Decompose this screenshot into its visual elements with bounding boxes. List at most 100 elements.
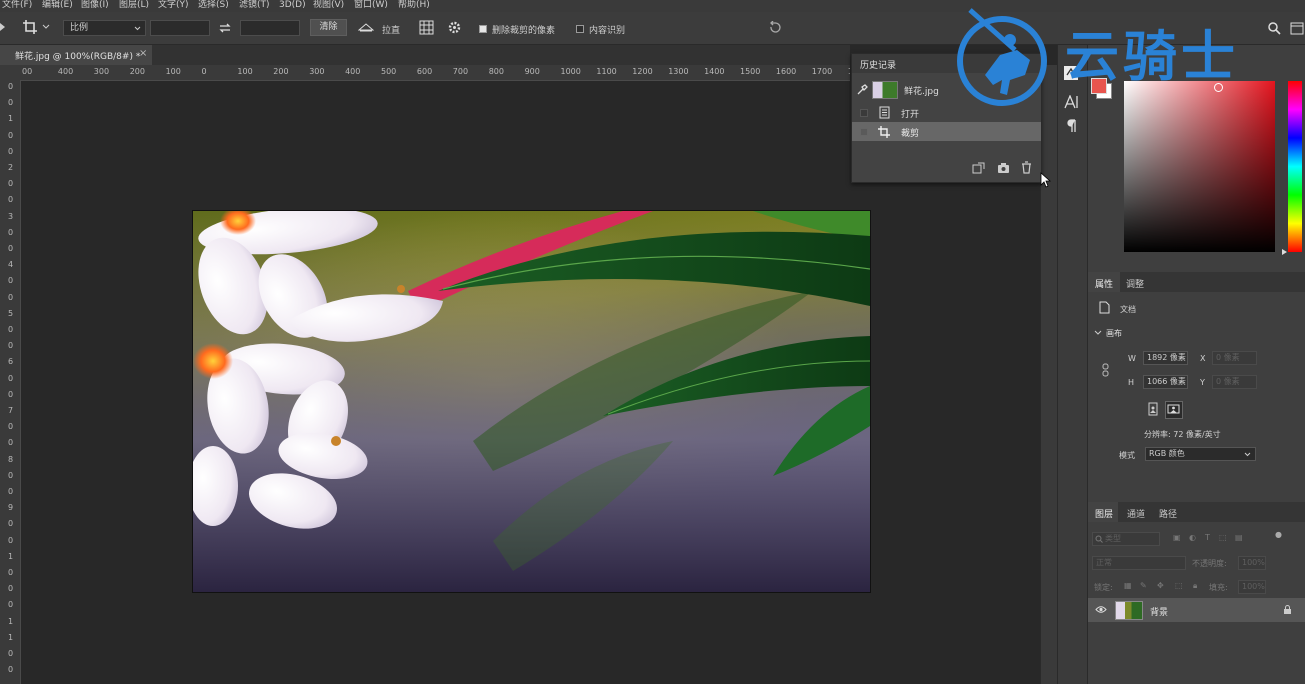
layer-row-background[interactable]: 背景 [1088,598,1305,622]
close-icon[interactable]: × [139,48,147,59]
canvas-y-field[interactable]: 0 像素 [1212,375,1257,389]
layer-name[interactable]: 背景 [1150,605,1168,618]
new-document-from-state-icon[interactable] [972,162,985,174]
menu-help[interactable]: 帮助(H) [398,0,430,10]
tab-adjustments[interactable]: 调整 [1126,277,1144,290]
menu-view[interactable]: 视图(V) [313,0,344,10]
filter-adjust-icon[interactable]: ◐ [1189,533,1196,542]
filter-type-icon[interactable]: T [1205,533,1210,542]
chevron-down-icon[interactable] [1094,330,1102,336]
filter-shape-icon[interactable]: ⬚ [1219,533,1227,542]
content-aware-checkbox[interactable] [576,25,584,33]
layers-tabbar: 图层 通道 路径 [1088,502,1305,522]
canvas-width-field[interactable]: 1892 像素 [1143,351,1188,365]
ruler-tick-label: 0 [8,600,14,610]
menu-layer[interactable]: 图层(L) [119,0,149,10]
filter-smart-icon[interactable]: ▤ [1235,533,1243,542]
document-tab-title: 鲜花.jpg @ 100%(RGB/8#) * [15,52,141,62]
layer-filter-select[interactable]: 类型 [1092,532,1160,546]
vertical-scrollbar[interactable] [1040,65,1057,684]
history-source-checkbox[interactable] [860,109,868,117]
ratio-select[interactable]: 比例 [63,20,146,36]
menu-3d[interactable]: 3D(D) [279,0,306,10]
menu-type[interactable]: 文字(Y) [158,0,189,10]
hue-slider[interactable] [1288,81,1302,252]
ruler-tick-label: 0 [8,470,14,480]
ruler-tick-label: 7 [8,406,14,415]
portrait-orientation-icon[interactable] [1146,402,1160,416]
lock-all-icon[interactable]: 🔒︎ [1193,581,1197,591]
tab-layers[interactable]: 图层 [1095,507,1113,520]
lock-paint-icon[interactable]: ✎ [1140,581,1147,590]
history-panel-title[interactable]: 历史记录 [860,58,896,71]
landscape-orientation-button[interactable] [1165,401,1183,419]
ruler-tick-label: 1100 [596,67,617,76]
ruler-tick-label: 0 [8,389,14,399]
lock-move-icon[interactable]: ✥ [1157,581,1164,590]
history-brush-icon[interactable] [857,84,868,95]
canvas-section-title[interactable]: 画布 [1106,328,1122,339]
ruler-tick-label: 0 [8,535,14,545]
filter-toggle-icon[interactable]: ● [1275,530,1282,539]
watermark-text: 云骑士 [1065,25,1239,88]
ruler-tick-label: 0 [8,584,14,594]
eye-icon[interactable] [1095,605,1107,614]
canvas-x-field[interactable]: 0 像素 [1212,351,1257,365]
lock-label: 锁定: [1094,583,1113,592]
swap-icon[interactable] [219,22,231,34]
tab-channels[interactable]: 通道 [1127,507,1145,520]
tab-properties[interactable]: 属性 [1095,277,1113,290]
lock-transparent-icon[interactable]: ▦ [1124,581,1132,590]
filter-pixel-icon[interactable]: ▣ [1173,533,1181,542]
ruler-tick-label: 500 [381,67,397,76]
width-field[interactable] [150,20,210,36]
ruler-tick-label: 0 [8,422,14,432]
ruler-tick-label: 1300 [668,67,689,76]
ruler-tick-label: 100 [165,67,181,76]
menu-image[interactable]: 图像(I) [81,0,109,10]
document-image[interactable] [192,210,871,593]
workspace-icon[interactable] [1290,22,1304,35]
tab-paths[interactable]: 路径 [1159,507,1177,520]
trash-icon[interactable] [1021,161,1032,174]
straighten-label[interactable]: 拉直 [382,23,400,36]
straighten-icon[interactable] [358,21,374,33]
right-panel-dock: 属性 调整 文档 画布 W 1892 像素 X 0 像素 H 1066 像素 Y… [1087,45,1305,684]
ruler-tick-label: 18 [848,67,850,76]
ruler-tick-label: 6 [8,357,14,367]
paragraph-panel-icon[interactable] [1066,119,1078,133]
grid-overlay-icon[interactable] [419,20,434,35]
reset-icon[interactable] [768,21,782,34]
gear-icon[interactable] [447,20,462,35]
menu-filter[interactable]: 滤镜(T) [239,0,270,10]
ruler-tick-label: 0 [8,146,14,156]
document-tab[interactable]: 鲜花.jpg @ 100%(RGB/8#) * × [0,45,152,65]
canvas-height-field[interactable]: 1066 像素 [1143,375,1188,389]
chevron-down-icon[interactable] [42,24,50,30]
blend-mode-select[interactable]: 正常 [1092,556,1186,570]
delete-cropped-checkbox[interactable] [479,25,487,33]
menu-file[interactable]: 文件(F) [2,0,32,10]
menu-select[interactable]: 选择(S) [198,0,229,10]
hue-slider-handle[interactable] [1282,249,1288,255]
link-icon[interactable] [1102,363,1110,377]
delete-cropped-label[interactable]: 删除裁剪的像素 [492,23,555,36]
width-label: W [1128,354,1136,363]
crop-tool-icon[interactable] [22,19,38,35]
fill-field[interactable]: 100% [1238,580,1266,594]
lock-artboard-icon[interactable]: ⬚ [1175,581,1183,590]
mode-select[interactable]: RGB 颜色 [1145,447,1256,461]
ruler-tick-label: 1200 [632,67,653,76]
content-aware-label[interactable]: 内容识别 [589,23,625,36]
history-item-selected[interactable]: 裁剪 [852,122,1041,141]
history-source-checkbox[interactable] [860,128,868,136]
ruler-tick-label: 200 [129,67,145,76]
ruler-tick-label: 9 [8,503,14,513]
opacity-field[interactable]: 100% [1238,556,1266,570]
clear-button[interactable]: 清除 [310,19,347,36]
height-field[interactable] [240,20,300,36]
camera-icon[interactable] [997,162,1010,174]
chevron-down-icon [134,26,141,31]
menu-edit[interactable]: 编辑(E) [42,0,73,10]
menu-window[interactable]: 窗口(W) [354,0,388,10]
